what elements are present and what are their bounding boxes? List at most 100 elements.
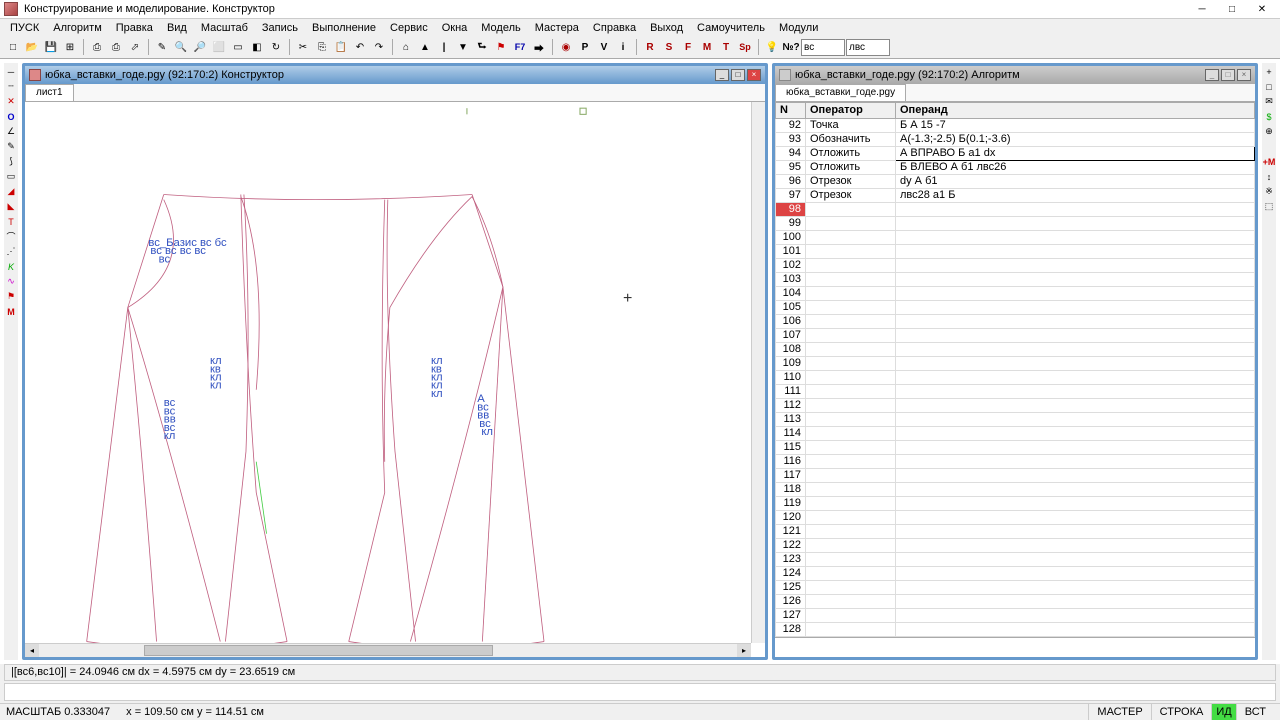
lt-x-icon[interactable]: ✕ — [4, 95, 18, 109]
saveall-icon[interactable]: ⊞ — [61, 38, 79, 56]
table-row[interactable]: 114 — [776, 426, 1255, 440]
menu-пуск[interactable]: ПУСК — [4, 20, 45, 36]
lt-flag-icon[interactable]: ⚑ — [4, 290, 18, 304]
table-row[interactable]: 110 — [776, 370, 1255, 384]
table-row[interactable]: 109 — [776, 356, 1255, 370]
table-row[interactable]: 121 — [776, 524, 1255, 538]
table-row[interactable]: 99 — [776, 216, 1255, 230]
table-row[interactable]: 102 — [776, 258, 1255, 272]
home-icon[interactable]: ⌂ — [397, 38, 415, 56]
table-row[interactable]: 98 — [776, 202, 1255, 216]
region-icon[interactable]: ◧ — [248, 38, 266, 56]
lt-text-icon[interactable]: T — [4, 215, 18, 229]
algorithm-grid[interactable]: N Оператор Операнд 92ТочкаБ А 15 -793Обо… — [775, 102, 1255, 637]
step-icon[interactable]: | — [435, 38, 453, 56]
menu-масштаб[interactable]: Масштаб — [195, 20, 254, 36]
table-row[interactable]: 112 — [776, 398, 1255, 412]
menu-выполнение[interactable]: Выполнение — [306, 20, 382, 36]
grid-input-bar[interactable] — [775, 637, 1255, 657]
pencil-icon[interactable]: ✎ — [153, 38, 171, 56]
pointer-icon[interactable]: ⬀ — [126, 38, 144, 56]
table-row[interactable]: 118 — [776, 482, 1255, 496]
lt-m-icon[interactable]: М — [4, 305, 18, 319]
sheet-tab[interactable]: лист1 — [25, 84, 74, 101]
rt-mail-icon[interactable]: ✉ — [1262, 95, 1276, 109]
scroll-left-icon[interactable]: ◂ — [25, 644, 39, 657]
lt-sp-icon[interactable]: ⋰ — [4, 245, 18, 259]
f7-button[interactable]: F7 — [511, 38, 529, 56]
help-icon[interactable]: №? — [782, 38, 800, 56]
table-row[interactable]: 119 — [776, 496, 1255, 510]
menu-запись[interactable]: Запись — [256, 20, 304, 36]
lt-rect-icon[interactable]: ▭ — [4, 170, 18, 184]
s-button[interactable]: S — [660, 38, 678, 56]
zoom-in-icon[interactable]: 🔍 — [172, 38, 190, 56]
open-icon[interactable]: 📂 — [23, 38, 41, 56]
lt-dim-icon[interactable]: ◢ — [4, 185, 18, 199]
table-row[interactable]: 126 — [776, 594, 1255, 608]
lt-o-icon[interactable]: O — [4, 110, 18, 124]
table-row[interactable]: 125 — [776, 580, 1255, 594]
paste-icon[interactable]: 📋 — [332, 38, 350, 56]
col-op-header[interactable]: Оператор — [806, 102, 896, 118]
scroll-right-icon[interactable]: ▸ — [737, 644, 751, 657]
panel-min-button[interactable]: _ — [715, 69, 729, 81]
rt-box-icon[interactable]: □ — [1262, 80, 1276, 94]
rt-m-icon[interactable]: +M — [1262, 155, 1276, 169]
lt-pen-icon[interactable]: ✎ — [4, 140, 18, 154]
cut-icon[interactable]: ✂ — [294, 38, 312, 56]
bulb-icon[interactable]: 💡 — [763, 38, 781, 56]
menu-сервис[interactable]: Сервис — [384, 20, 434, 36]
input-vs[interactable] — [801, 39, 845, 56]
menu-модель[interactable]: Модель — [475, 20, 526, 36]
lt-k-icon[interactable]: K — [4, 260, 18, 274]
drawing-canvas[interactable]: вс_Базис вс бс вс вс вс вс вс клквклкл в… — [25, 102, 765, 657]
table-row[interactable]: 93ОбозначитьА(-1.3;-2.5) Б(0.1;-3.6) — [776, 132, 1255, 146]
table-row[interactable]: 105 — [776, 300, 1255, 314]
save-icon[interactable]: 💾 — [42, 38, 60, 56]
horizontal-scrollbar[interactable]: ◂ ▸ — [25, 643, 751, 657]
table-row[interactable]: 120 — [776, 510, 1255, 524]
lt-arc-icon[interactable]: ⌒ — [4, 230, 18, 244]
refresh-icon[interactable]: ↻ — [267, 38, 285, 56]
table-row[interactable]: 128 — [776, 622, 1255, 636]
table-row[interactable]: 95ОтложитьБ ВЛЕВО А б1 лвс26 — [776, 160, 1255, 174]
panel-min-button[interactable]: _ — [1205, 69, 1219, 81]
sp-button[interactable]: Sp — [736, 38, 754, 56]
menu-мастера[interactable]: Мастера — [529, 20, 585, 36]
maximize-button[interactable]: □ — [1218, 1, 1246, 17]
rt-space-icon[interactable] — [1262, 140, 1276, 154]
redo-icon[interactable]: ↷ — [370, 38, 388, 56]
f-button[interactable]: F — [679, 38, 697, 56]
table-row[interactable]: 100 — [776, 230, 1255, 244]
table-row[interactable]: 116 — [776, 454, 1255, 468]
print-icon[interactable]: ⎙ — [88, 38, 106, 56]
down-icon[interactable]: ▼ — [454, 38, 472, 56]
menu-выход[interactable]: Выход — [644, 20, 689, 36]
fit-icon[interactable]: ⬜ — [210, 38, 228, 56]
table-row[interactable]: 123 — [776, 552, 1255, 566]
panel-close-button[interactable]: × — [747, 69, 761, 81]
rt-plus-icon[interactable]: + — [1262, 65, 1276, 79]
vertical-scrollbar[interactable] — [751, 102, 765, 643]
close-button[interactable]: ✕ — [1248, 1, 1276, 17]
lt-dim2-icon[interactable]: ◣ — [4, 200, 18, 214]
table-row[interactable]: 97Отрезоклвс28 а1 Б — [776, 188, 1255, 202]
panel-max-button[interactable]: □ — [1221, 69, 1235, 81]
algorithm-tab[interactable]: юбка_вставки_годе.pgy — [775, 84, 906, 101]
col-n-header[interactable]: N — [776, 102, 806, 118]
rt-aux1-icon[interactable]: ⊕ — [1262, 125, 1276, 139]
menu-правка[interactable]: Правка — [110, 20, 159, 36]
command-input[interactable] — [4, 683, 1276, 700]
window-icon[interactable]: ▭ — [229, 38, 247, 56]
flag-icon[interactable]: ⚑ — [492, 38, 510, 56]
table-row[interactable]: 124 — [776, 566, 1255, 580]
table-row[interactable]: 106 — [776, 314, 1255, 328]
table-row[interactable]: 104 — [776, 286, 1255, 300]
copy-icon[interactable]: ⎘ — [313, 38, 331, 56]
lt-line-icon[interactable]: ─ — [4, 65, 18, 79]
v-button[interactable]: V — [595, 38, 613, 56]
end-icon[interactable]: ⮑ — [473, 38, 491, 56]
i-button[interactable]: i — [614, 38, 632, 56]
table-row[interactable]: 117 — [776, 468, 1255, 482]
